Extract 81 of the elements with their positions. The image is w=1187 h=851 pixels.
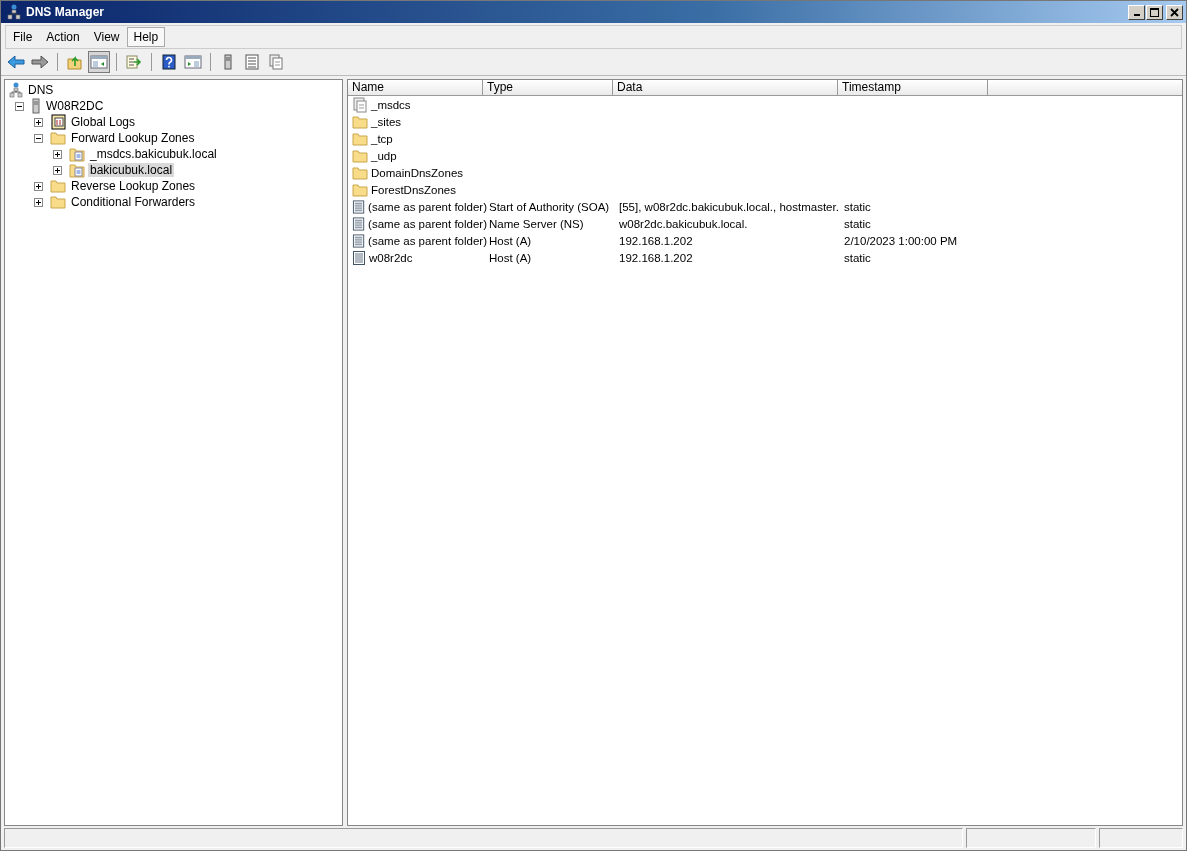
tree-item[interactable]: Reverse Lookup Zones [69, 179, 198, 193]
table-cell: Name Server (NS) [489, 217, 584, 230]
table-cell: Host (A) [489, 251, 532, 264]
column-header[interactable]: Type [483, 80, 613, 96]
window-title: DNS Manager [26, 5, 106, 19]
folder-icon [352, 131, 368, 146]
folder-icon [352, 182, 368, 197]
window-pane-icon [90, 54, 108, 70]
table-cell: _tcp [371, 132, 393, 145]
table-cell: 192.168.1.202 [619, 251, 693, 264]
table-cell: w08r2dc.bakicubuk.local. [619, 217, 748, 230]
network-icon [9, 82, 23, 98]
tree-item[interactable]: _msdcs.bakicubuk.local [88, 147, 219, 161]
record-icon [352, 249, 366, 266]
tree-item[interactable]: bakicubuk.local [88, 163, 175, 177]
menu-item[interactable]: Help [126, 27, 166, 47]
folder-icon [352, 165, 368, 180]
table-cell: Start of Authority (SOA) [489, 200, 610, 213]
minimize-icon [1133, 14, 1140, 16]
tree-item[interactable]: DNS [26, 83, 56, 97]
table-cell: static [844, 217, 871, 230]
tree-item[interactable]: W08R2DC [44, 99, 106, 113]
table-cell: (same as parent folder) [368, 217, 487, 230]
close-button[interactable] [1166, 4, 1183, 20]
tree-item[interactable]: Global Logs [69, 115, 138, 129]
maximize-button[interactable] [1146, 4, 1163, 20]
log-icon [50, 114, 66, 130]
document-icon [267, 54, 285, 70]
column-header[interactable]: Name [348, 80, 483, 96]
zone-icon [69, 146, 85, 162]
tree-item[interactable]: Conditional Forwarders [69, 195, 198, 209]
expand-icon[interactable] [53, 149, 62, 159]
table-cell: static [844, 200, 871, 213]
window-pane-icon [184, 54, 202, 70]
menu-item[interactable]: Action [39, 27, 87, 47]
record-icon [352, 232, 366, 249]
table-cell: DomainDnsZones [371, 166, 464, 179]
left-arrow-icon [7, 54, 25, 70]
folder-icon [50, 131, 66, 145]
table-cell: w08r2dc [369, 251, 413, 264]
table-cell: _udp [371, 149, 397, 162]
tree-item[interactable]: Forward Lookup Zones [69, 131, 197, 145]
minimize-button[interactable] [1128, 4, 1145, 20]
record-icon [352, 198, 366, 215]
table-cell: (same as parent folder) [368, 200, 487, 213]
document-icon [352, 96, 368, 113]
close-icon [1170, 7, 1179, 17]
list-icon [243, 54, 261, 70]
table-cell: _msdcs [371, 98, 411, 111]
table-cell: 2/10/2023 1:00:00 PM [844, 234, 958, 247]
collapse-icon[interactable] [34, 133, 43, 143]
export-icon [125, 54, 143, 70]
tree-toggle-button[interactable] [88, 51, 110, 73]
zone-icon [69, 162, 85, 178]
folder-icon [352, 148, 368, 163]
server-icon [31, 98, 41, 114]
table-cell: [55], w08r2dc.bakicubuk.local., hostmaster. [619, 200, 839, 213]
table-cell: (same as parent folder) [368, 234, 487, 247]
folder-up-icon [66, 54, 84, 70]
record-icon [352, 215, 366, 232]
right-arrow-icon [31, 54, 49, 70]
menu-item[interactable]: View [86, 27, 127, 47]
column-header[interactable]: Data [613, 80, 838, 96]
column-header[interactable]: Timestamp [838, 80, 988, 96]
expand-icon[interactable] [34, 181, 43, 191]
menu-item[interactable]: File [6, 27, 40, 47]
help-icon [160, 54, 178, 70]
expand-icon[interactable] [53, 165, 62, 175]
table-cell: Host (A) [489, 234, 532, 247]
folder-icon [352, 114, 368, 129]
maximize-icon [1150, 7, 1159, 17]
table-cell: static [844, 251, 871, 264]
network-icon [7, 4, 21, 20]
folder-icon [50, 179, 66, 193]
folder-icon [50, 195, 66, 209]
table-cell: ForestDnsZones [371, 183, 456, 196]
expand-icon[interactable] [34, 197, 43, 207]
table-cell: _sites [371, 115, 402, 128]
collapse-icon[interactable] [15, 101, 24, 111]
table-cell: 192.168.1.202 [619, 234, 693, 247]
expand-icon[interactable] [34, 117, 43, 127]
